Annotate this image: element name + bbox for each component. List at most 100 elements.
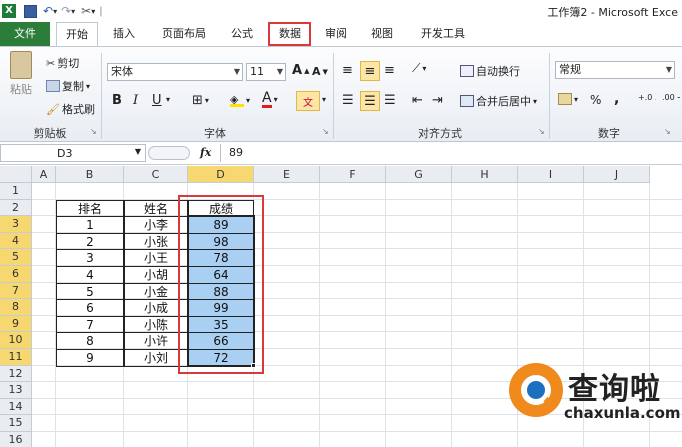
alignment-launcher-icon[interactable]: ↘ <box>538 127 545 136</box>
wrap-text-button[interactable]: 自动换行 <box>460 63 520 79</box>
save-icon[interactable] <box>24 4 37 18</box>
borders-button[interactable]: ⊞ ▾ <box>192 93 209 108</box>
table-cell[interactable]: 9 <box>56 349 124 367</box>
name-box-dropdown-icon[interactable]: ▼ <box>135 147 141 156</box>
table-cell[interactable]: 3 <box>56 249 124 267</box>
row-header-5[interactable]: 5 <box>0 249 32 266</box>
qat-dropdown-icon[interactable]: ▾ <box>91 7 95 16</box>
row-header-9[interactable]: 9 <box>0 315 32 333</box>
align-bottom-button[interactable]: ≡ <box>384 63 395 78</box>
column-header-g[interactable]: G <box>386 166 452 183</box>
orientation-button[interactable]: ⟋ ▾ <box>412 61 426 76</box>
column-header-a[interactable]: A <box>32 166 56 183</box>
column-header-i[interactable]: I <box>518 166 584 183</box>
grow-font-button[interactable]: A ▲ <box>292 63 309 78</box>
clipboard-launcher-icon[interactable]: ↘ <box>90 127 97 136</box>
row-header-14[interactable]: 14 <box>0 398 32 416</box>
table-cell[interactable]: 2 <box>56 232 124 251</box>
row-header-4[interactable]: 4 <box>0 232 32 250</box>
merge-center-button[interactable]: 合并后居中 ▾ <box>460 93 537 109</box>
ribbon-tab-bar: 文件 开始 插入 页面布局 公式 数据 审阅 视图 开发工具 <box>0 22 682 47</box>
table-cell[interactable]: 5 <box>56 282 124 301</box>
name-box[interactable]: D3 ▼ <box>0 144 146 162</box>
table-cell[interactable]: 7 <box>56 315 124 334</box>
font-name-combo[interactable]: 宋体 ▼ <box>107 63 243 81</box>
column-header-f[interactable]: F <box>320 166 386 183</box>
phonetic-dropdown-icon[interactable]: ▾ <box>322 95 326 104</box>
row-header-7[interactable]: 7 <box>0 282 32 300</box>
align-top-button[interactable]: ≡ <box>342 63 353 78</box>
tab-home[interactable]: 开始 <box>56 22 98 47</box>
row-header-10[interactable]: 10 <box>0 332 32 349</box>
align-center-button[interactable]: ☰ <box>360 91 380 111</box>
font-launcher-icon[interactable]: ↘ <box>322 127 329 136</box>
cut-button[interactable]: ✂ 剪切 <box>46 55 79 71</box>
column-header-c[interactable]: C <box>124 166 188 183</box>
table-cell[interactable]: 6 <box>56 299 124 317</box>
tab-review[interactable]: 审阅 <box>318 22 354 46</box>
row-header-1[interactable]: 1 <box>0 183 32 200</box>
column-header-j[interactable]: J <box>584 166 650 183</box>
tab-view[interactable]: 视图 <box>364 22 400 46</box>
row-header-15[interactable]: 15 <box>0 415 32 432</box>
formula-input[interactable]: 89 <box>220 144 682 162</box>
row-header-6[interactable]: 6 <box>0 266 32 283</box>
column-header-d[interactable]: D <box>188 166 254 183</box>
phonetic-guide-button[interactable]: 文 <box>296 91 320 111</box>
format-painter-button[interactable]: 🖌 格式刷 <box>46 101 95 117</box>
undo-dropdown-icon[interactable]: ▾ <box>53 7 57 16</box>
align-middle-button[interactable]: ≡ <box>360 61 380 81</box>
ribbon: 粘贴 ✂ 剪切 复制 ▾ 🖌 格式刷 剪贴板 ↘ 宋体 ▼ 11 ▼ A ▲ A ▼… <box>0 46 682 142</box>
row-header-8[interactable]: 8 <box>0 299 32 316</box>
increase-indent-button[interactable]: ⇥ <box>432 93 443 108</box>
table-cell[interactable]: 8 <box>56 332 124 350</box>
tab-file[interactable]: 文件 <box>0 22 50 46</box>
tab-page-layout[interactable]: 页面布局 <box>152 22 216 46</box>
font-color-button[interactable]: A ▾ <box>262 91 278 108</box>
insert-function-icon[interactable]: fx <box>200 146 211 159</box>
percent-button[interactable]: % <box>590 93 601 107</box>
row-header-11[interactable]: 11 <box>0 349 32 366</box>
wrap-text-label: 自动换行 <box>476 65 520 78</box>
redo-icon[interactable]: ↷ <box>61 4 71 18</box>
column-header-e[interactable]: E <box>254 166 320 183</box>
table-cell[interactable]: 1 <box>56 216 124 234</box>
table-cell[interactable]: 4 <box>56 266 124 284</box>
redo-dropdown-icon[interactable]: ▾ <box>71 7 75 16</box>
decrease-indent-button[interactable]: ⇤ <box>412 93 423 108</box>
decrease-decimal-button[interactable]: .00 →.0 <box>662 93 680 102</box>
customize-qat-icon[interactable]: ✂ <box>81 4 91 18</box>
align-left-button[interactable]: ☰ <box>342 93 354 108</box>
bold-button[interactable]: B <box>112 93 122 108</box>
tab-formulas[interactable]: 公式 <box>224 22 260 46</box>
select-all-corner[interactable] <box>0 166 32 183</box>
paste-button[interactable]: 粘贴 <box>6 51 36 97</box>
increase-decimal-button[interactable]: +.0 .00 <box>638 93 656 102</box>
row-header-2[interactable]: 2 <box>0 199 32 217</box>
accounting-format-button[interactable]: ▾ <box>558 93 578 105</box>
align-right-button[interactable]: ☰ <box>384 93 396 108</box>
undo-icon[interactable]: ↶ <box>43 4 53 18</box>
number-format-combo[interactable]: 常规 ▼ <box>555 61 675 79</box>
font-name-value: 宋体 <box>111 65 133 78</box>
copy-dropdown-icon[interactable]: ▾ <box>86 82 90 91</box>
row-header-16[interactable]: 16 <box>0 432 32 447</box>
number-launcher-icon[interactable]: ↘ <box>664 127 671 136</box>
column-header-h[interactable]: H <box>452 166 518 183</box>
underline-button[interactable]: U <box>152 93 162 108</box>
comma-button[interactable]: , <box>614 91 619 107</box>
underline-dropdown-icon[interactable]: ▾ <box>166 95 170 104</box>
copy-button[interactable]: 复制 ▾ <box>46 78 90 94</box>
italic-button[interactable]: I <box>133 93 138 108</box>
font-size-combo[interactable]: 11 ▼ <box>246 63 286 81</box>
row-header-12[interactable]: 12 <box>0 365 32 383</box>
fill-color-button[interactable]: ◈ ▾ <box>230 93 250 107</box>
shrink-font-button[interactable]: A ▼ <box>312 65 328 78</box>
formula-bar-resize-handle[interactable] <box>148 146 190 160</box>
column-header-b[interactable]: B <box>56 166 124 183</box>
table-header-cell[interactable]: 排名 <box>56 199 124 218</box>
tab-developer[interactable]: 开发工具 <box>412 22 474 46</box>
row-header-3[interactable]: 3 <box>0 216 32 233</box>
row-header-13[interactable]: 13 <box>0 382 32 399</box>
tab-insert[interactable]: 插入 <box>106 22 142 46</box>
